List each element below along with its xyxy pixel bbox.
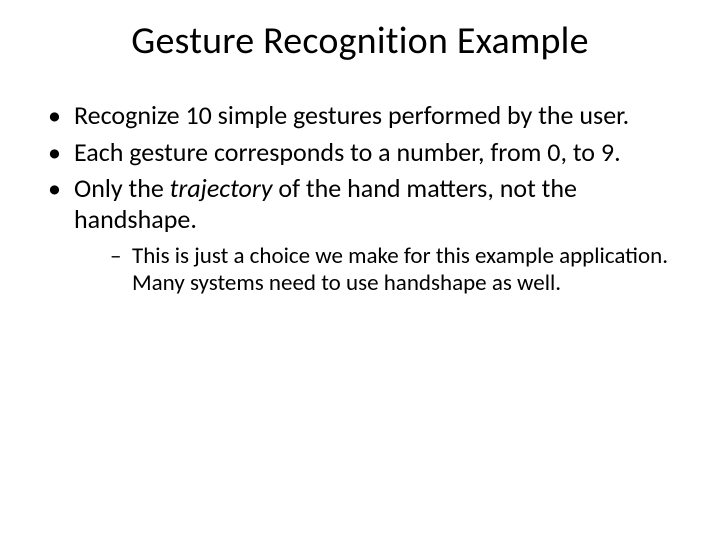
slide-title: Gesture Recognition Example	[40, 18, 680, 64]
sub-bullet-item: This is just a choice we make for this e…	[110, 243, 680, 298]
bullet-text-emphasis: trajectory	[170, 172, 273, 204]
bullet-item: Each gesture corresponds to a number, fr…	[48, 137, 680, 168]
bullet-item: Only the trajectory of the hand matters,…	[48, 173, 680, 298]
sub-bullet-list: This is just a choice we make for this e…	[74, 243, 680, 298]
slide: Gesture Recognition Example Recognize 10…	[0, 0, 720, 540]
bullet-item: Recognize 10 simple gestures performed b…	[48, 100, 680, 131]
bullet-list: Recognize 10 simple gestures performed b…	[40, 100, 680, 298]
bullet-text-pre: Only the	[74, 172, 170, 204]
bullet-text: Each gesture corresponds to a number, fr…	[74, 136, 621, 168]
sub-bullet-text: This is just a choice we make for this e…	[132, 242, 668, 298]
bullet-text: Recognize 10 simple gestures performed b…	[74, 99, 629, 131]
